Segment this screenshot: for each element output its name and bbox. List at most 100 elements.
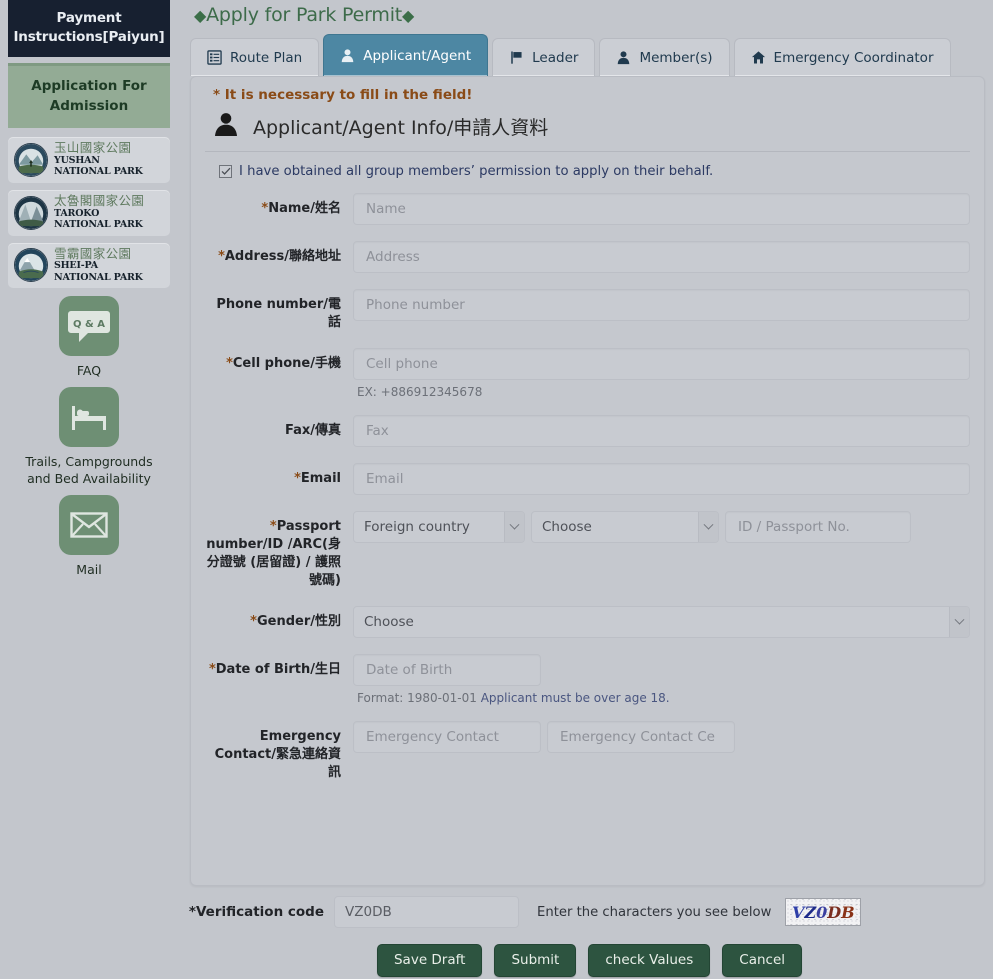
address-input[interactable]: Address [353,241,970,273]
svg-text:Q & A: Q & A [73,319,105,330]
field-row-cell-phone: *Cell phone/手機 Cell phone EX: +886912345… [205,348,970,399]
park-name-en-1: YUSHAN [54,154,100,166]
tab-emergency-coordinator[interactable]: Emergency Coordinator [733,38,951,76]
dob-hint-format: Format: 1980-01-01 [357,691,481,705]
verification-code-input[interactable]: VZ0DB [334,896,519,928]
quick-link-faq[interactable]: Q & A FAQ [0,296,178,379]
field-row-gender: *Gender/性別 Choose [205,606,970,638]
country-select[interactable]: Choose [531,511,719,543]
label-verification-code-text: Verification code [195,904,324,920]
required-star: * [208,662,216,677]
captcha-char: D [827,902,842,922]
consent-label: I have obtained all group members’ permi… [239,164,714,179]
diamond-left-icon: ◆ [194,6,207,25]
tab-applicant-agent[interactable]: Applicant/Agent [323,34,489,76]
name-input[interactable]: Name [353,193,970,225]
save-draft-button[interactable]: Save Draft [376,944,483,977]
park-name-en-1: SHEI-PA [54,260,98,272]
home-icon [751,50,766,65]
field-row-date-of-birth: *Date of Birth/生日 Date of Birth Format: … [205,654,970,705]
tab-members[interactable]: Member(s) [599,38,730,76]
date-of-birth-input[interactable]: Date of Birth [353,654,541,686]
label-cell-phone-text: Cell phone/手機 [232,356,341,371]
sidebar: Payment Instructions[Paiyun] Application… [0,0,178,979]
label-phone: Phone number/電話 [216,297,341,330]
label-date-of-birth: *Date of Birth/生日 [205,654,353,705]
quick-link-mail[interactable]: Mail [0,495,178,578]
country-value: Choose [542,519,592,535]
label-address-text: Address/聯絡地址 [224,249,341,264]
nationality-type-select[interactable]: Foreign country [353,511,525,543]
cancel-button[interactable]: Cancel [722,944,802,977]
applicant-form-panel: * It is necessary to fill in the field! … [190,76,985,886]
captcha-image[interactable]: VZ0DB [785,898,862,926]
flag-icon [509,50,524,65]
quick-link-label-faq: FAQ [76,363,102,379]
consent-checkbox[interactable] [219,165,232,178]
gender-select[interactable]: Choose [353,606,970,638]
dob-hint-age-note: Applicant must be over age 18. [480,691,670,705]
emergency-contact-name-input[interactable]: Emergency Contact [353,721,541,753]
captcha-char: Z [804,902,817,922]
taroko-park-seal-icon [14,195,48,230]
field-row-address: *Address/聯絡地址 Address [205,241,970,273]
section-header: Applicant/Agent Info/申請人資料 [205,109,970,152]
gender-value: Choose [364,614,414,630]
chevron-down-icon [949,607,969,637]
payment-instructions-banner[interactable]: Payment Instructions[Paiyun] [8,0,170,57]
submit-button[interactable]: Submit [494,944,577,977]
park-name-cn: 雪霸國家公園 [54,245,132,261]
park-link-taroko[interactable]: 太魯閣國家公園 TAROKO NATIONAL PARK [8,189,170,236]
captcha-char: V [792,902,805,922]
required-star: * [218,249,225,264]
label-gender: *Gender/性別 [205,606,353,638]
person-icon [340,48,355,63]
required-field-note: * It is necessary to fill in the field! [213,87,473,103]
park-link-sheipa[interactable]: 雪霸國家公園 SHEI-PA NATIONAL PARK [8,242,170,289]
fax-input[interactable]: Fax [353,415,970,447]
email-input[interactable]: Email [353,463,970,495]
park-label-yushan: 玉山國家公園 YUSHAN NATIONAL PARK [54,141,143,178]
label-fax: Fax/傳真 [284,423,341,438]
field-row-email: *Email Email [205,463,970,495]
label-cell-phone: *Cell phone/手機 [205,348,353,399]
nationality-type-value: Foreign country [364,519,470,535]
park-name-en-1: TAROKO [54,207,100,219]
tab-label: Applicant/Agent [363,47,472,64]
label-passport: *Passport number/ID /ARC(身分證號 (居留證) / 護照… [205,511,353,590]
verification-row: *Verification code VZ0DB Enter the chara… [186,896,993,928]
phone-input[interactable]: Phone number [353,289,970,321]
park-name-en-2: NATIONAL PARK [54,271,143,283]
consent-row[interactable]: I have obtained all group members’ permi… [219,164,970,179]
passport-number-input[interactable]: ID / Passport No. [725,511,911,543]
tab-label: Member(s) [639,49,713,66]
sheipa-park-seal-icon [14,248,48,283]
check-values-button[interactable]: check Values [588,944,711,977]
label-date-of-birth-text: Date of Birth/生日 [215,662,341,677]
tab-label: Route Plan [230,49,303,66]
label-verification-code: *Verification code [186,904,334,920]
tab-leader[interactable]: Leader [492,38,596,76]
required-star: * [188,904,196,920]
tab-label: Emergency Coordinator [773,49,934,66]
quick-link-trails[interactable]: Trails, Campgrounds and Bed Availability [0,387,178,487]
park-name-cn: 太魯閣國家公園 [54,192,145,208]
cell-phone-hint: EX: +886912345678 [357,385,483,399]
yushan-park-seal-icon [14,142,48,177]
emergency-contact-cell-input[interactable]: Emergency Contact Ce [547,721,735,753]
park-label-sheipa: 雪霸國家公園 SHEI-PA NATIONAL PARK [54,245,143,284]
label-email-text: Email [300,471,341,486]
main-content: ◆Apply for Park Permit◆ Route Plan Appli… [186,0,993,979]
park-label-taroko: 太魯閣國家公園 TAROKO NATIONAL PARK [54,192,145,231]
park-link-yushan[interactable]: 玉山國家公園 YUSHAN NATIONAL PARK [8,137,170,183]
label-gender-text: Gender/性別 [256,614,341,629]
cell-phone-input[interactable]: Cell phone [353,348,970,380]
quick-links: Q & A FAQ Trails, Campgrounds and Bed Av… [0,296,178,578]
date-of-birth-hint: Format: 1980-01-01 Applicant must be ove… [353,686,970,705]
tab-route-plan[interactable]: Route Plan [190,38,320,76]
person-icon [616,50,631,65]
application-for-admission-banner[interactable]: Application For Admission [8,63,170,128]
field-row-emergency-contact: Emergency Contact/緊急連絡資訊 Emergency Conta… [205,721,970,782]
captcha-char: 0 [816,902,828,922]
envelope-icon [59,495,119,556]
